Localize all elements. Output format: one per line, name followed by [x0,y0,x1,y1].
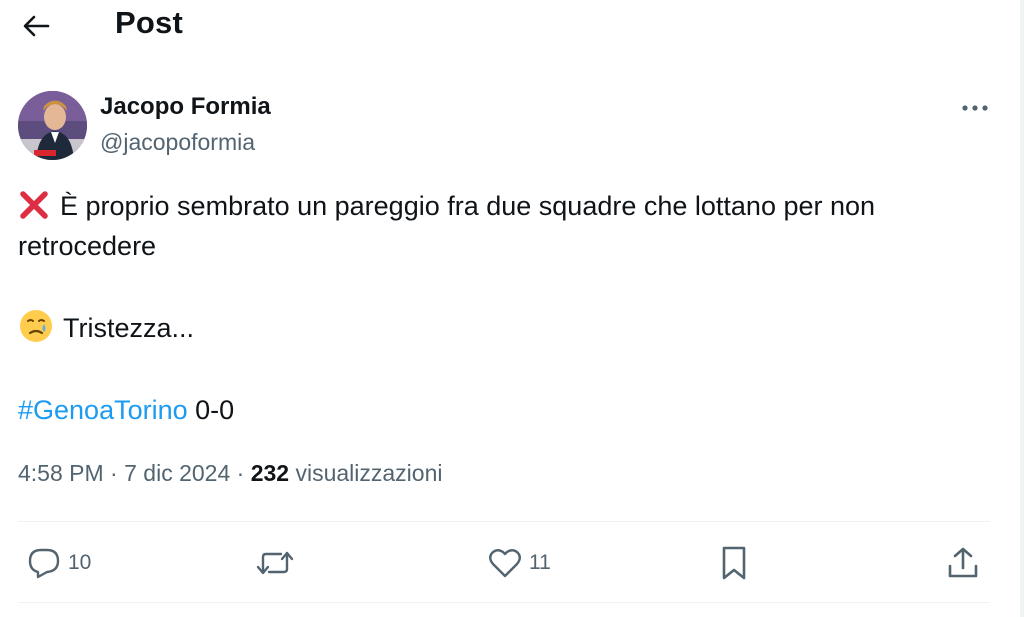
tweet-line-1: È proprio sembrato un pareggio fra due s… [60,191,876,221]
reply-button[interactable]: 10 [26,543,91,583]
reply-icon [28,548,60,579]
page-title: Post [115,5,183,40]
like-count: 11 [529,551,551,574]
views-count: 232 [250,460,290,486]
post-date[interactable]: 7 dic 2024 [124,460,230,486]
meta-separator: · [103,460,125,486]
tweet-text: È proprio sembrato un pareggio fra due s… [18,186,1003,430]
hashtag-link[interactable]: #GenoaTorino [18,395,188,425]
author-handle[interactable]: @jacopoformia [100,129,255,156]
tweet-meta: 4:58 PM · 7 dic 2024 · 232 visualizzazio… [18,460,442,487]
tweet-line-3: Tristezza... [63,313,195,343]
cross-mark-icon [20,191,48,219]
meta-separator: · [230,460,251,486]
bookmark-button[interactable] [718,543,750,583]
match-score: 0-0 [187,395,235,425]
repost-button[interactable] [255,543,295,583]
divider [18,602,990,603]
views-label: visualizzazioni [289,460,443,486]
heart-icon [489,549,521,578]
like-button[interactable]: 11 [487,543,551,583]
repost-icon [256,551,294,575]
more-icon [962,105,988,111]
window-edge [1020,0,1024,617]
bookmark-icon [722,546,746,580]
share-button[interactable] [945,543,981,583]
share-icon [948,547,978,578]
divider [18,521,990,522]
header: Post [0,0,1018,52]
author-name[interactable]: Jacopo Formia [100,93,271,121]
post-time[interactable]: 4:58 PM [18,460,104,486]
reply-count: 10 [68,551,92,574]
back-button[interactable] [18,8,54,44]
more-options-button[interactable] [958,95,992,121]
avatar[interactable] [18,91,87,160]
tweet-line-2: retrocedere [18,231,157,261]
arrow-left-icon [23,15,50,37]
sad-face-emoji-icon [20,310,52,342]
